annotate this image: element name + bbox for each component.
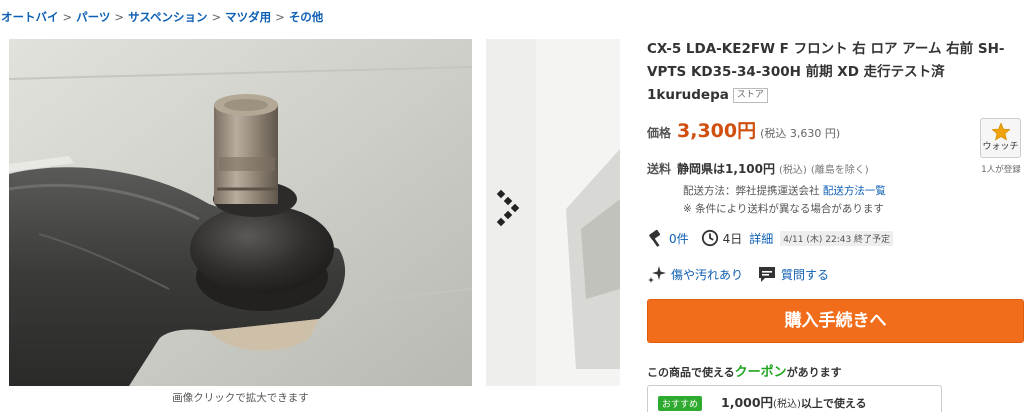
breadcrumb-item-parts[interactable]: パーツ (76, 10, 110, 24)
breadcrumb-item-motorcycle[interactable]: オートバイ (1, 10, 59, 24)
coupon-note-prefix: この商品で使える (647, 366, 735, 379)
buy-button[interactable]: 購入手続きへ (647, 299, 1024, 343)
condition-link[interactable]: 傷や汚れあり (671, 266, 743, 283)
watch-count: 1人が登録 (981, 165, 1021, 175)
end-time: 4/11 (木) 22:43 終了予定 (780, 230, 894, 246)
recommend-badge: おすすめ (658, 396, 703, 411)
coupon-note: この商品で使えるクーポンがあります (647, 361, 842, 380)
star-icon (990, 122, 1011, 141)
breadcrumb-separator: > (211, 10, 222, 24)
coupon-amount: 1,000円 (721, 395, 774, 410)
days-left: 4日 (722, 231, 743, 246)
auction-status: 0件 4日 詳細 4/11 (木) 22:43 終了予定 (647, 229, 894, 247)
price-row: 価格 3,300円 (税込 3,630 円) (647, 116, 840, 143)
store-tag: ストア (732, 88, 768, 103)
price-label: 価格 (647, 126, 672, 140)
image-caption: 画像クリックで拡大できます (172, 392, 309, 404)
shipping-caution: ※ 条件により送料が異なる場合があります (683, 203, 884, 215)
breadcrumb-item-mazda[interactable]: マツダ用 (225, 10, 271, 24)
shipping-label: 送料 (647, 162, 672, 176)
shipping-area: 静岡県は (677, 162, 726, 176)
ball-joint-photo (9, 39, 472, 386)
item-actions: 傷や汚れあり 質問する (647, 264, 829, 284)
coupon-note-suffix: があります (786, 366, 842, 379)
product-title-text: CX-5 LDA-KE2FW F フロント 右 ロア アーム 右前 SH-VPT… (647, 41, 1005, 103)
price-amount: 3,300円 (677, 120, 757, 142)
breadcrumb-separator: > (275, 10, 285, 24)
breadcrumb-separator: > (62, 10, 73, 24)
coupon-condition-text: 以上で使える (800, 397, 867, 410)
sparkle-icon (648, 266, 666, 283)
breadcrumb: オートバイ > パーツ > サスペンション > マツダ用 > その他 (1, 9, 323, 25)
coupon-card[interactable]: おすすめ 1,000円(税込)以上で使える 500 (647, 385, 942, 412)
shipping-tax: (税込) (779, 165, 807, 176)
chat-bubble-icon (759, 267, 776, 282)
question-link[interactable]: 質問する (781, 266, 829, 283)
chevron-right-icon (496, 189, 520, 227)
bid-count-link[interactable]: 0件 (669, 230, 689, 247)
product-main-image[interactable] (9, 39, 472, 386)
shipping-fee: 1,100円 (725, 162, 775, 176)
product-details: CX-5 LDA-KE2FW F フロント 右 ロア アーム 右前 SH-VPT… (647, 38, 1024, 412)
auction-detail-link[interactable]: 詳細 (749, 230, 773, 247)
coupon-tax: (税込) (773, 399, 801, 410)
shipping-info: 送料 静岡県は1,100円 (税込) (離島を除く) 配送方法：弊社提携運送会社 配送… (647, 160, 972, 216)
shipping-method-list-link[interactable]: 配送方法一覧 (823, 185, 886, 197)
product-title: CX-5 LDA-KE2FW F フロント 右 ロア アーム 右前 SH-VPT… (647, 38, 1024, 107)
shipping-note: (離島を除く) (810, 165, 869, 176)
shipping-line: 送料 静岡県は1,100円 (税込) (離島を除く) (647, 160, 972, 177)
shipping-method: 配送方法：弊社提携運送会社 (683, 185, 820, 197)
watch-button[interactable]: ウォッチ (980, 118, 1021, 158)
breadcrumb-separator: > (114, 10, 125, 24)
watch-label: ウォッチ (982, 142, 1019, 152)
coupon-condition: 1,000円(税込)以上で使える (721, 392, 867, 411)
coupon-keyword: クーポン (734, 365, 787, 380)
breadcrumb-item-suspension[interactable]: サスペンション (128, 10, 207, 24)
breadcrumb-item-other[interactable]: その他 (289, 10, 324, 24)
next-image-button[interactable] (486, 39, 620, 386)
price-tax-note: (税込 3,630 円) (760, 127, 841, 140)
clock-icon (701, 229, 718, 247)
shipping-method-line: 配送方法：弊社提携運送会社 配送方法一覧 (683, 183, 972, 198)
gavel-icon (649, 229, 661, 247)
